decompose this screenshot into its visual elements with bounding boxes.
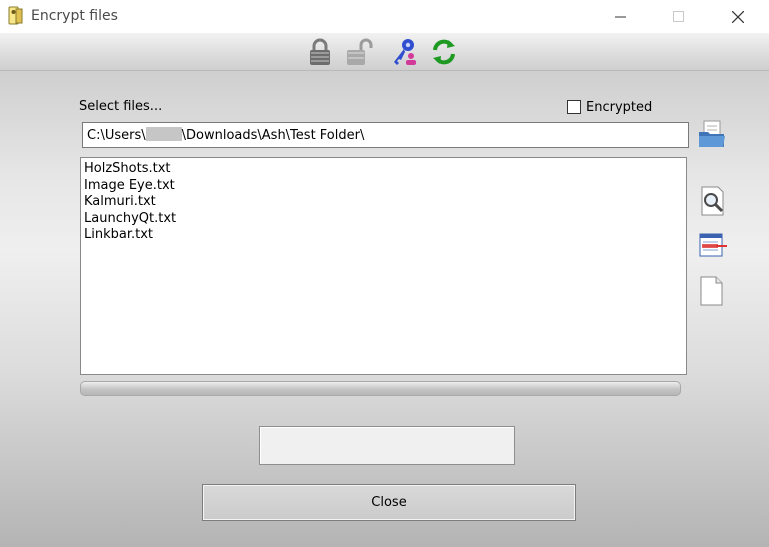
title-bar: Encrypt files: [0, 0, 769, 33]
list-item[interactable]: Linkbar.txt: [84, 227, 683, 244]
list-item[interactable]: LaunchyQt.txt: [84, 211, 683, 228]
select-files-label: Select files...: [79, 99, 163, 114]
key-user-icon: [394, 39, 416, 65]
maximize-icon: [673, 11, 684, 22]
toolbar: [0, 33, 769, 71]
minimize-icon: [615, 16, 626, 18]
key-user-button[interactable]: [389, 37, 419, 67]
path-prefix: C:\Users\: [87, 128, 146, 143]
browse-folder-button[interactable]: [697, 119, 727, 151]
refresh-button[interactable]: [429, 37, 459, 67]
list-item[interactable]: Image Eye.txt: [84, 178, 683, 195]
open-folder-icon: [699, 120, 725, 147]
padlock-locked-icon: [310, 38, 330, 65]
key-icon: [6, 6, 24, 26]
view-file-button[interactable]: [698, 185, 728, 217]
redacted-username: [145, 127, 182, 141]
close-button[interactable]: Close: [202, 484, 576, 521]
list-item[interactable]: Kalmuri.txt: [84, 194, 683, 211]
refresh-icon: [433, 39, 455, 65]
dialog-body: Select files... Encrypted C:\Users\ \Down…: [0, 71, 769, 547]
blank-file-icon: [700, 276, 723, 306]
window-title: Encrypt files: [31, 8, 118, 24]
folder-path-field[interactable]: C:\Users\ \Downloads\Ash\Test Folder\: [82, 122, 689, 148]
padlock-open-icon: [347, 38, 373, 65]
remove-from-list-button[interactable]: [698, 231, 728, 263]
encrypted-label: Encrypted: [586, 100, 653, 115]
lock-button[interactable]: [305, 37, 335, 67]
minimize-button[interactable]: [598, 0, 644, 33]
remove-list-icon: [699, 233, 727, 257]
status-field: [259, 426, 515, 465]
search-icon: [701, 186, 724, 216]
close-window-button[interactable]: [715, 0, 761, 33]
path-suffix: \Downloads\Ash\Test Folder\: [181, 128, 365, 143]
progress-bar: [80, 381, 681, 396]
close-icon: [732, 11, 744, 23]
encrypted-checkbox[interactable]: [567, 100, 581, 114]
maximize-button[interactable]: [656, 0, 702, 33]
new-file-button[interactable]: [698, 275, 728, 307]
unlock-button[interactable]: [345, 37, 375, 67]
file-list[interactable]: HolzShots.txt Image Eye.txt Kalmuri.txt …: [80, 157, 687, 375]
list-item[interactable]: HolzShots.txt: [84, 161, 683, 178]
